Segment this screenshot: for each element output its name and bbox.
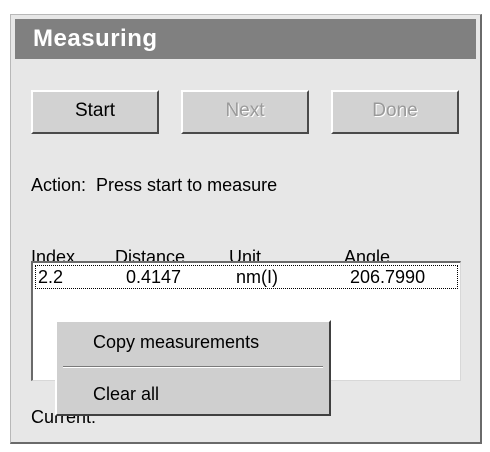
action-label: Action: — [31, 175, 87, 195]
row-unit: nm(I) — [236, 267, 278, 287]
panel-titlebar: Measuring — [15, 19, 476, 59]
row-angle: 206.7990 — [350, 267, 426, 287]
action-status: Action: Press start to measure — [31, 175, 277, 196]
menu-item-copy-measurements[interactable]: Copy measurements — [93, 332, 259, 353]
start-button[interactable]: Start — [31, 90, 159, 134]
measurement-row[interactable]: 2.2 0.4147 nm(I) 206.7990 — [35, 265, 458, 289]
context-menu: Copy measurements Clear all — [55, 320, 331, 416]
action-text: Press start to measure — [96, 175, 278, 195]
done-button[interactable]: Done — [331, 90, 459, 134]
row-distance: 0.4147 — [126, 267, 182, 287]
measuring-panel: Measuring Start Next Done Action: Press … — [10, 14, 482, 444]
next-button[interactable]: Next — [181, 90, 309, 134]
row-index: 2.2 — [38, 267, 64, 287]
menu-item-clear-all[interactable]: Clear all — [93, 384, 159, 405]
menu-separator — [63, 366, 323, 368]
panel-title: Measuring — [33, 25, 158, 52]
